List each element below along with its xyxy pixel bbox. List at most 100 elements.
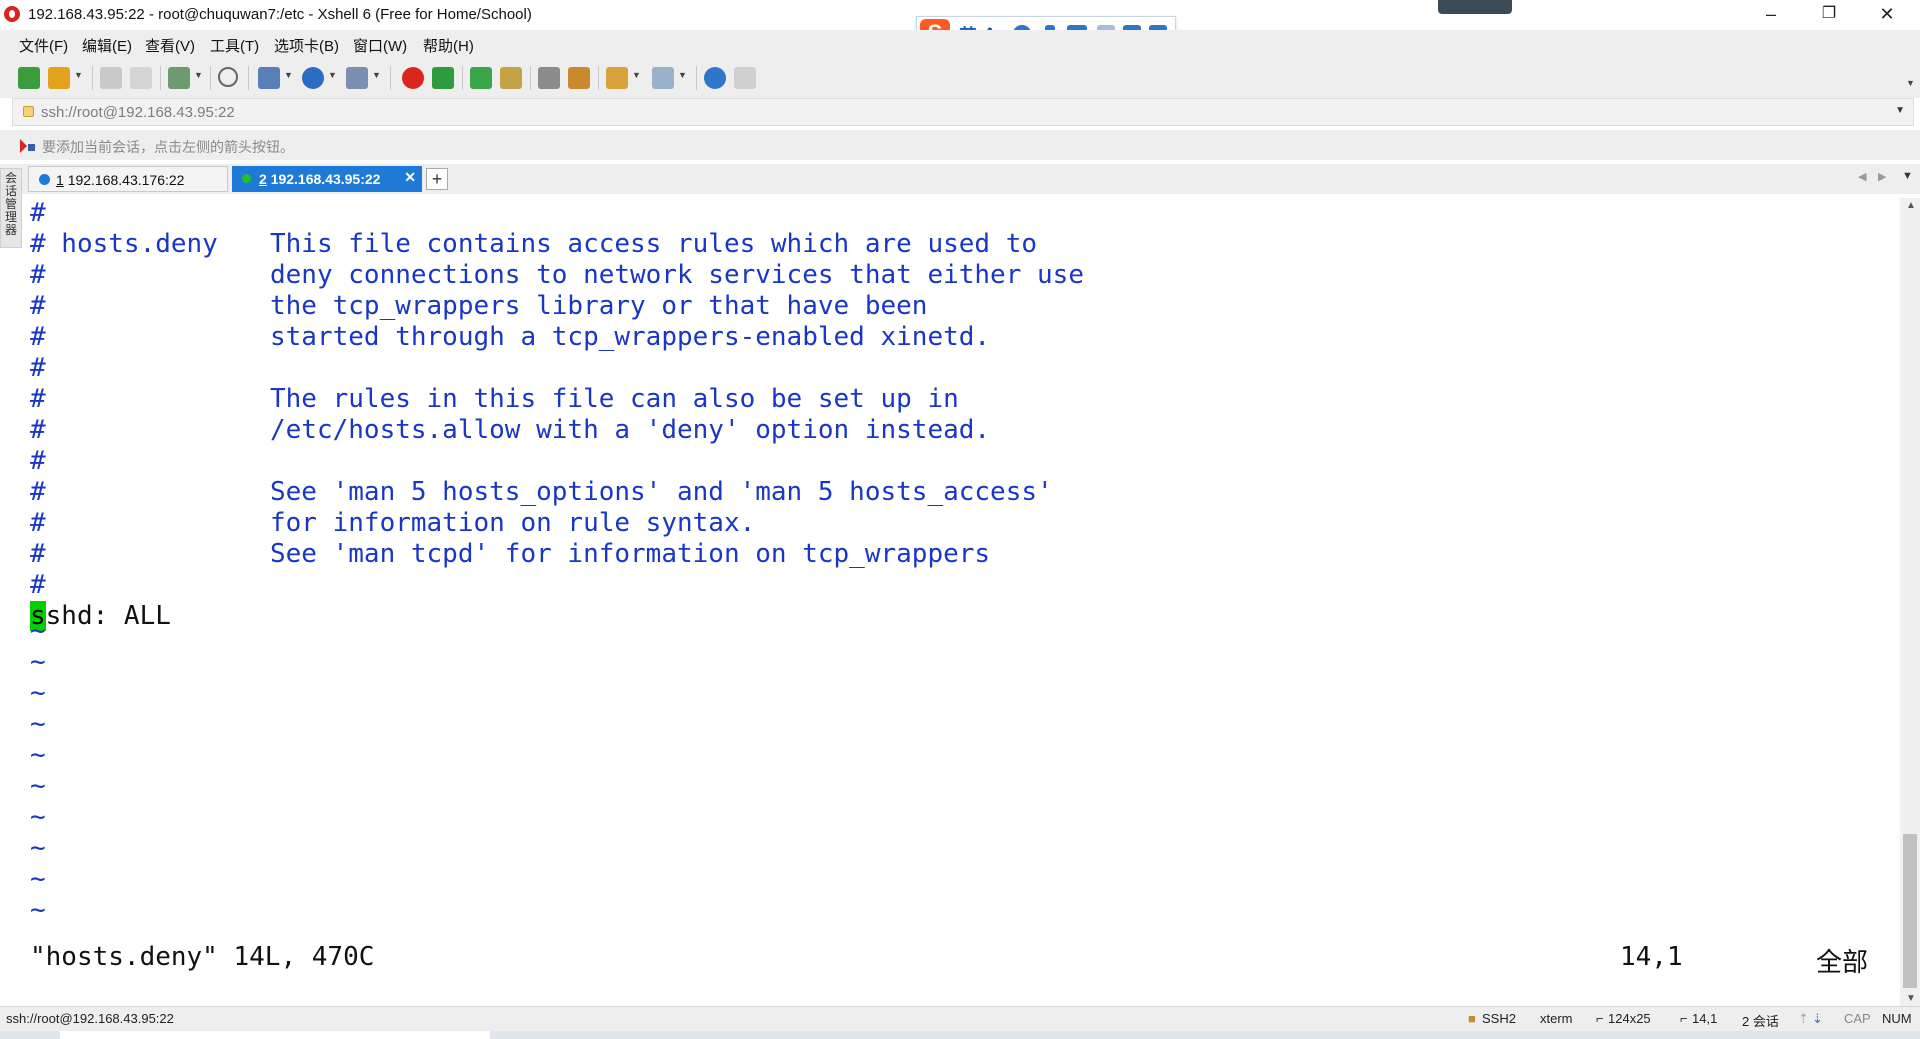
comment-text: deny connections to network services tha… [270,260,1084,290]
tab-list-icon[interactable]: ▼ [1902,170,1913,182]
empty-line-tilde: ~ [30,647,46,677]
bookmark-icon [28,144,35,151]
find-icon[interactable] [218,67,238,87]
new-tab-button[interactable]: + [426,168,448,190]
xshell-app-icon [4,6,20,22]
comment-text: the tcp_wrappers library or that have be… [270,291,928,321]
toolbar-separator [390,66,391,90]
vim-cursor-position: 14,1 [1620,942,1683,972]
disconnect-icon[interactable] [130,67,152,89]
taskbar-strip [0,1031,1920,1039]
menu-edit[interactable]: 编辑(E) [82,35,132,56]
comment-hash: # [30,260,46,290]
hint-bar: 要添加当前会话，点击左侧的箭头按钮。 [0,130,1920,160]
xshell-icon[interactable] [402,67,424,89]
fullscreen-icon[interactable] [470,67,492,89]
window-title: 192.168.43.95:22 - root@chuquwan7:/etc -… [28,6,532,23]
toolbar-separator [248,66,249,90]
scroll-down-icon[interactable]: ▼ [1906,993,1916,1004]
xftp-icon[interactable] [432,67,454,89]
terminal-scrollbar[interactable]: ▲ ▼ [1900,198,1920,1006]
session-manager-tab[interactable]: 会话管理器 [0,168,22,248]
toolbar-separator [92,66,93,90]
menu-view[interactable]: 查看(V) [145,35,195,56]
address-input[interactable]: ssh://root@192.168.43.95:22 [41,104,235,121]
tab-next-icon[interactable]: ▶ [1878,170,1886,183]
open-folder-icon[interactable] [48,67,70,89]
highlight-icon[interactable] [568,67,590,89]
comment-hash: # [30,384,46,414]
comment-hash: # hosts.deny [30,229,218,259]
keyboard-icon[interactable] [538,67,560,89]
layout-dropdown-icon[interactable]: ▼ [678,70,687,80]
cursor-pos-icon: ⌐ [1680,1011,1688,1026]
toolbar-separator [530,66,531,90]
comment-text: for information on rule syntax. [270,508,756,538]
close-button[interactable]: ✕ [1858,0,1916,30]
globe-dropdown-icon[interactable]: ▼ [328,70,337,80]
properties-dropdown-icon[interactable]: ▼ [194,70,203,80]
empty-line-tilde: ~ [30,771,46,801]
toolbar-separator [462,66,463,90]
empty-line-tilde: ~ [30,895,46,925]
vim-scroll-scope: 全部 [1816,948,1869,978]
toolbar-separator [598,66,599,90]
bookmark-arrow-icon[interactable] [20,139,27,153]
lock-icon[interactable] [500,67,522,89]
menu-window[interactable]: 窗口(W) [353,35,407,56]
toolbar-separator [696,66,697,90]
tab-info-icon [39,174,50,185]
status-cursor: 14,1 [1692,1011,1718,1026]
comment-text: This file contains access rules which ar… [270,229,1038,259]
reconnect-icon[interactable] [100,67,122,89]
status-num: NUM [1882,1011,1912,1026]
empty-line-tilde: ~ [30,709,46,739]
menu-file[interactable]: 文件(F) [19,35,68,56]
address-dropdown-icon[interactable]: ▼ [1895,105,1905,116]
properties-icon[interactable] [168,67,190,89]
comment-hash: # [30,198,46,228]
help-icon[interactable] [704,67,726,89]
empty-line-tilde: ~ [30,740,46,770]
status-connection: ssh://root@192.168.43.95:22 [6,1011,174,1026]
comment-hash: # [30,353,46,383]
comment-hash: # [30,415,46,445]
layout-icon[interactable] [652,67,674,89]
menu-tabs[interactable]: 选项卡(B) [274,35,339,56]
new-session-icon[interactable] [18,67,40,89]
floating-grip [1438,0,1512,14]
font-icon[interactable] [346,67,368,89]
status-terminal-type: xterm [1540,1011,1573,1026]
address-bar[interactable]: ssh://root@192.168.43.95:22 ▼ [12,98,1914,126]
status-bar: ssh://root@192.168.43.95:22 ■ SSH2 xterm… [0,1006,1920,1031]
tab-prev-icon[interactable]: ◀ [1858,170,1866,183]
tab-session-2[interactable]: 2 192.168.43.95:22 ✕ [232,166,422,192]
menu-tools[interactable]: 工具(T) [210,35,259,56]
scroll-up-icon[interactable]: ▲ [1906,200,1916,211]
tab-session-1[interactable]: 1 192.168.43.176:22 [28,166,228,192]
chat-icon[interactable] [734,67,756,89]
comment-text: /etc/hosts.allow with a 'deny' option in… [270,415,991,445]
empty-line-tilde: ~ [30,864,46,894]
toolbar-overflow-icon[interactable]: ▼ [1906,78,1915,88]
tab-close-icon[interactable]: ✕ [404,169,416,186]
comment-text: See 'man 5 hosts_options' and 'man 5 hos… [270,477,1053,507]
comment-hash: # [30,477,46,507]
open-dropdown-icon[interactable]: ▼ [74,70,83,80]
scrollbar-thumb[interactable] [1903,834,1917,988]
font-dropdown-icon[interactable]: ▼ [372,70,381,80]
size-icon: ⌐ [1596,1011,1604,1026]
menu-help[interactable]: 帮助(H) [423,35,474,56]
script-dropdown-icon[interactable]: ▼ [632,70,641,80]
script-icon[interactable] [606,67,628,89]
comment-hash: # [30,570,46,600]
transfer-icon[interactable] [258,67,280,89]
status-caps: CAP [1844,1011,1871,1026]
terminal-screen[interactable]: # # hosts.deny This file contains access … [24,198,1900,1006]
globe-icon[interactable] [302,67,324,89]
transfer-dropdown-icon[interactable]: ▼ [284,70,293,80]
minimize-button[interactable]: – [1742,0,1800,30]
comment-hash: # [30,539,46,569]
session-manager-label: 会话管理器 [4,171,17,237]
maximize-button[interactable]: ❐ [1800,0,1858,30]
